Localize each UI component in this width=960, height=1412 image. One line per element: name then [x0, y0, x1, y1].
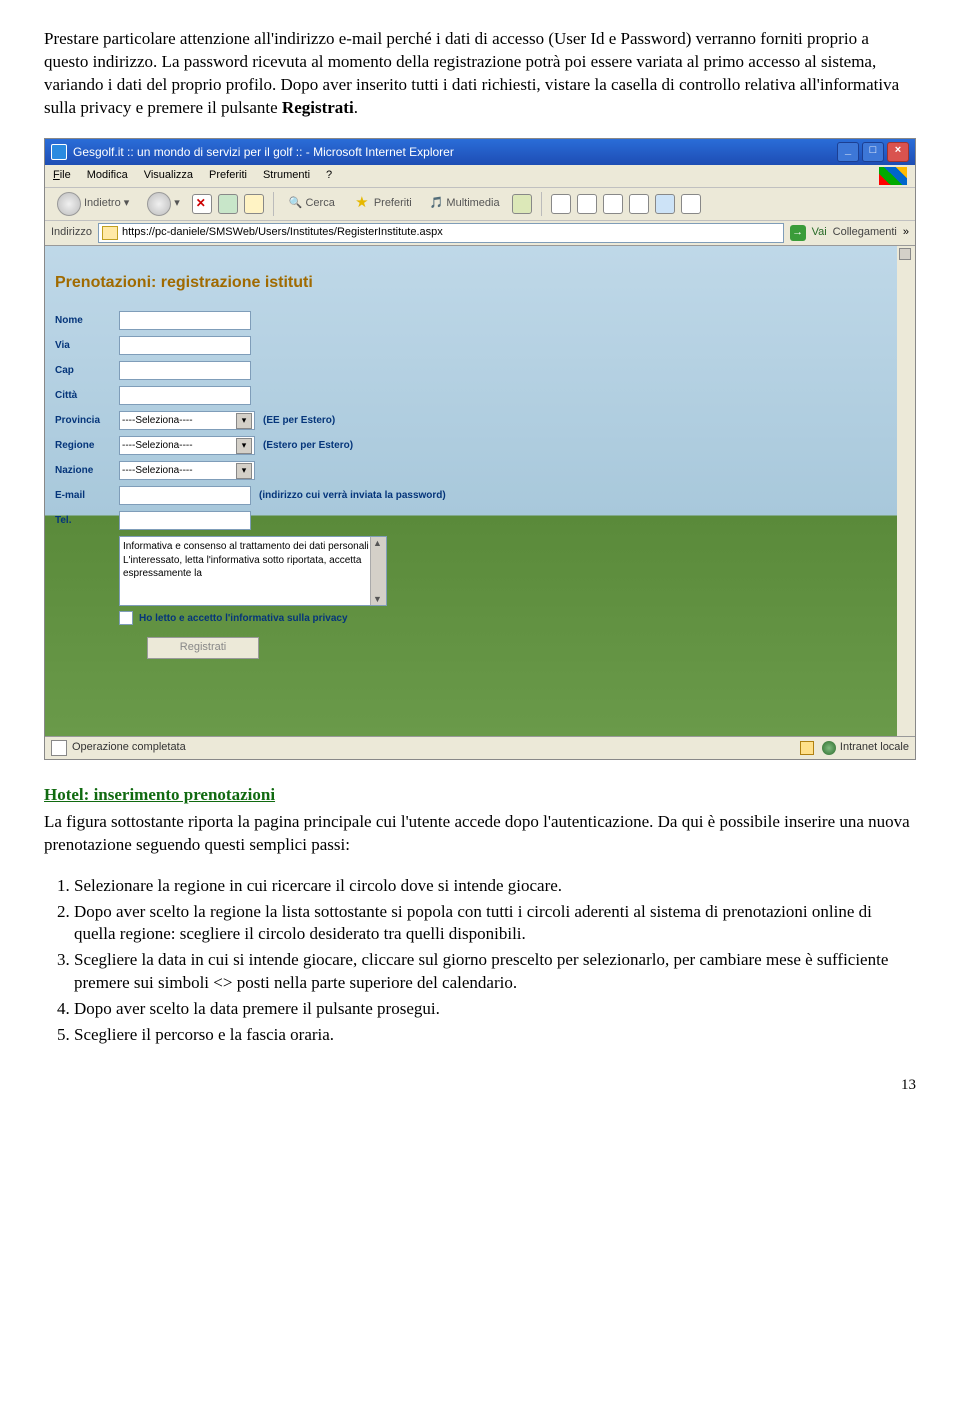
ie-icon — [51, 144, 67, 160]
step-item: Scegliere la data in cui si intende gioc… — [74, 949, 916, 995]
menu-file[interactable]: File — [53, 168, 71, 183]
go-icon[interactable]: → — [790, 225, 806, 241]
input-via[interactable] — [119, 336, 251, 355]
refresh-icon[interactable] — [218, 194, 238, 214]
label-nome: Nome — [55, 314, 119, 328]
step-item: Scegliere il percorso e la fascia oraria… — [74, 1024, 916, 1047]
screenshot: Gesgolf.it :: un mondo di servizi per il… — [44, 138, 916, 760]
hint-email: (indirizzo cui verrà inviata la password… — [259, 489, 446, 503]
steps-list: Selezionare la regione in cui ricercare … — [44, 875, 916, 1048]
label-regione: Regione — [55, 439, 119, 453]
url-input[interactable]: https://pc-daniele/SMSWeb/Users/Institut… — [98, 223, 784, 243]
menu-strumenti[interactable]: Strumenti — [263, 168, 310, 183]
intro-paragraph: Prestare particolare attenzione all'indi… — [44, 28, 916, 120]
section-title: Hotel: inserimento prenotazioni — [44, 784, 916, 807]
p1-b: Registrati — [282, 98, 354, 117]
select-nazione[interactable]: ----Seleziona----▾ — [119, 461, 255, 480]
window-buttons: _ □ × — [837, 142, 909, 162]
minimize-button[interactable]: _ — [837, 142, 859, 162]
scrollbar[interactable] — [370, 537, 386, 605]
hint-regione: (Estero per Estero) — [263, 439, 353, 453]
chevron-down-icon: ▾ — [236, 438, 252, 454]
status-text: Operazione completata — [72, 740, 186, 755]
page-number: 13 — [44, 1075, 916, 1095]
input-cap[interactable] — [119, 361, 251, 380]
chevron-down-icon: ▾ — [236, 413, 252, 429]
menu-help[interactable]: ? — [326, 168, 332, 183]
zone-icon — [822, 741, 836, 755]
privacy-checkbox-label: Ho letto e accetto l'informativa sulla p… — [139, 612, 348, 626]
select-regione[interactable]: ----Seleziona----▾ — [119, 436, 255, 455]
label-cap: Cap — [55, 364, 119, 378]
forward-button[interactable]: ▾ — [141, 190, 186, 218]
page-viewport: Prenotazioni: registrazione istituti Nom… — [45, 246, 915, 736]
edit-icon[interactable] — [603, 194, 623, 214]
label-nazione: Nazione — [55, 464, 119, 478]
menu-bar: File Modifica Visualizza Preferiti Strum… — [45, 165, 915, 188]
p1-c: . — [354, 98, 358, 117]
input-email[interactable] — [119, 486, 251, 505]
separator — [273, 192, 274, 216]
label-tel: Tel. — [55, 514, 119, 528]
privacy-checkbox[interactable] — [119, 611, 133, 625]
maximize-button[interactable]: □ — [862, 142, 884, 162]
address-label: Indirizzo — [51, 225, 92, 240]
links-label: Collegamenti — [833, 225, 897, 240]
form-title: Prenotazioni: registrazione istituti — [55, 272, 857, 294]
separator — [541, 192, 542, 216]
select-provincia[interactable]: ----Seleziona----▾ — [119, 411, 255, 430]
discuss-icon[interactable] — [629, 194, 649, 214]
section-intro: La figura sottostante riporta la pagina … — [44, 811, 916, 857]
zone-label: Intranet locale — [840, 740, 909, 755]
windows-flag-icon — [879, 167, 907, 185]
close-button[interactable]: × — [887, 142, 909, 162]
window-titlebar: Gesgolf.it :: un mondo di servizi per il… — [45, 139, 915, 165]
page-icon — [51, 740, 67, 756]
messenger-icon[interactable] — [681, 194, 701, 214]
register-button[interactable]: Registrati — [147, 637, 259, 659]
lock-icon — [800, 741, 814, 755]
go-label: Vai — [812, 225, 827, 240]
address-bar: Indirizzo https://pc-daniele/SMSWeb/User… — [45, 221, 915, 246]
p1-a: Prestare particolare attenzione all'indi… — [44, 29, 899, 117]
print-icon[interactable] — [577, 194, 597, 214]
stop-icon[interactable] — [192, 194, 212, 214]
label-provincia: Provincia — [55, 414, 119, 428]
menu-visualizza[interactable]: Visualizza — [144, 168, 193, 183]
privacy-info-textarea[interactable]: Informativa e consenso al trattamento de… — [119, 536, 387, 606]
step-item: Dopo aver scelto la data premere il puls… — [74, 998, 916, 1021]
back-button[interactable]: Indietro ▾ — [51, 190, 135, 218]
window-title: Gesgolf.it :: un mondo di servizi per il… — [73, 144, 837, 160]
chevron-down-icon: ▾ — [236, 463, 252, 479]
hint-provincia: (EE per Estero) — [263, 414, 335, 428]
multimedia-button[interactable]: 🎵 Multimedia — [424, 194, 506, 213]
menu-preferiti[interactable]: Preferiti — [209, 168, 247, 183]
input-nome[interactable] — [119, 311, 251, 330]
input-citta[interactable] — [119, 386, 251, 405]
step-item: Selezionare la regione in cui ricercare … — [74, 875, 916, 898]
status-bar: Operazione completata Intranet locale — [45, 736, 915, 759]
favorites-button[interactable]: ★Preferiti — [347, 193, 418, 215]
toolbar: Indietro ▾ ▾ 🔍 Cerca ★Preferiti 🎵 Multim… — [45, 188, 915, 221]
links-chevron-icon[interactable]: » — [903, 225, 909, 240]
label-citta: Città — [55, 389, 119, 403]
history-icon[interactable] — [512, 194, 532, 214]
lock-icon — [102, 226, 118, 240]
label-via: Via — [55, 339, 119, 353]
menu-modifica[interactable]: Modifica — [87, 168, 128, 183]
search-button[interactable]: 🔍 Cerca — [283, 194, 341, 213]
input-tel[interactable] — [119, 511, 251, 530]
home-icon[interactable] — [244, 194, 264, 214]
step-item: Dopo aver scelto la regione la lista sot… — [74, 901, 916, 947]
mail-icon[interactable] — [551, 194, 571, 214]
bluetooth-icon[interactable] — [655, 194, 675, 214]
label-email: E-mail — [55, 489, 119, 503]
